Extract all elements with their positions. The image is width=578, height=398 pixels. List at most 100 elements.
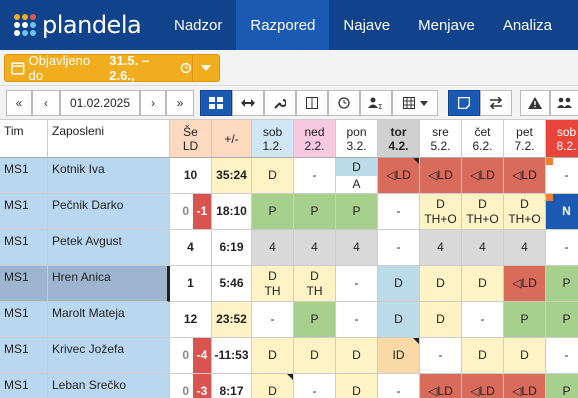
shift-cell[interactable]: D [252,158,294,194]
nav-item-menjave[interactable]: Menjave [404,0,489,50]
shift-cell[interactable]: - [378,230,420,266]
publish-dropdown[interactable] [193,65,219,71]
shift-cell[interactable]: P [294,194,336,230]
notes-button[interactable] [448,90,480,116]
shift-cell[interactable]: D [294,338,336,374]
employee-name-cell[interactable]: Krivec Jožefa [48,338,170,374]
team-cell[interactable]: MS1 [0,230,48,266]
team-cell[interactable]: MS1 [0,374,48,398]
columns-button[interactable] [296,90,328,116]
shift-cell[interactable]: 4 [420,230,462,266]
nav-item-razpored[interactable]: Razpored [236,0,330,50]
prev-period-button[interactable]: ‹ [32,90,60,116]
date-input[interactable]: 01.02.2025 [60,90,140,116]
shift-cell[interactable]: - [546,230,578,266]
shift-cell[interactable]: ◁LD [504,158,546,194]
shift-cell[interactable]: D TH+O [462,194,504,230]
shift-cell[interactable]: D [504,338,546,374]
shift-cell[interactable]: - [378,194,420,230]
shift-cell[interactable]: ◁LD [378,158,420,194]
shift-cell[interactable]: - [462,302,504,338]
shift-cell[interactable]: 4 [504,230,546,266]
team-cell[interactable]: MS1 [0,266,48,302]
day-header-4[interactable]: sre 5.2. [420,120,462,158]
publish-button[interactable]: Objavljeno do 31.5. – 2.6., [4,53,220,83]
logo[interactable]: plandela [0,0,160,50]
day-header-1[interactable]: ned 2.2. [294,120,336,158]
people-sort-button[interactable] [550,90,578,116]
shift-cell[interactable]: - [336,302,378,338]
shift-cell[interactable]: - [294,374,336,398]
shift-cell[interactable]: D [420,302,462,338]
employee-name-cell[interactable]: Pečnik Darko [48,194,170,230]
team-column-header[interactable]: Tim [0,120,48,158]
nav-item-nadzor[interactable]: Nadzor [160,0,236,50]
shift-cell[interactable]: - [378,374,420,398]
team-cell[interactable]: MS1 [0,338,48,374]
shift-cell[interactable]: 4 [294,230,336,266]
shift-cell[interactable]: P [336,194,378,230]
shift-cell[interactable]: P [252,194,294,230]
shift-cell[interactable]: 4 [336,230,378,266]
shift-cell[interactable]: D [462,338,504,374]
day-header-2[interactable]: pon 3.2. [336,120,378,158]
next-period-button[interactable]: › [140,90,166,116]
employee-name-cell[interactable]: Leban Srečko [48,374,170,398]
shift-cell[interactable]: - [546,158,578,194]
shift-cell[interactable]: ◁LD [462,374,504,398]
team-cell[interactable]: MS1 [0,302,48,338]
shift-cell[interactable]: D TH [294,266,336,302]
team-cell[interactable]: MS1 [0,158,48,194]
sum-people-button[interactable]: Σ [360,90,392,116]
resize-button[interactable] [232,90,264,116]
shift-cell[interactable]: D [378,266,420,302]
employee-column-header[interactable]: Zaposleni [48,120,170,158]
shift-cell[interactable]: ◁LD [504,374,546,398]
time-button[interactable] [328,90,360,116]
day-header-7[interactable]: sob 8.2. [546,120,578,158]
shift-cell[interactable]: D [336,338,378,374]
employee-name-cell[interactable]: Marolt Mateja [48,302,170,338]
shift-cell[interactable]: D TH+O [420,194,462,230]
shift-cell[interactable]: D [336,374,378,398]
settings-button[interactable] [264,90,296,116]
grid-view-button[interactable] [200,90,232,116]
shift-cell[interactable]: 4 [462,230,504,266]
shift-cell[interactable]: ID [378,338,420,374]
shift-cell[interactable]: P [546,266,578,302]
nav-item-najave[interactable]: Najave [329,0,404,50]
shift-cell[interactable]: - [420,338,462,374]
shift-cell[interactable]: P [294,302,336,338]
team-cell[interactable]: MS1 [0,194,48,230]
remaining-ld-column-header[interactable]: Še LD [170,120,212,158]
first-period-button[interactable]: « [6,90,32,116]
day-header-6[interactable]: pet 7.2. [504,120,546,158]
employee-name-cell[interactable]: Hren Anica [48,266,170,302]
shift-cell[interactable]: D [420,266,462,302]
table-options-dropdown[interactable] [392,90,438,116]
shift-cell[interactable]: P [546,302,578,338]
shift-cell[interactable]: - [546,338,578,374]
swap-button[interactable] [480,90,512,116]
shift-cell[interactable]: - [336,266,378,302]
shift-cell[interactable]: D [252,338,294,374]
shift-cell[interactable]: D [462,266,504,302]
warnings-button[interactable] [520,90,550,116]
shift-cell[interactable]: D TH [252,266,294,302]
shift-cell[interactable]: N [546,194,578,230]
shift-cell[interactable]: ◁LD [420,374,462,398]
balance-column-header[interactable]: +/- [212,120,252,158]
employee-name-cell[interactable]: Kotnik Iva [48,158,170,194]
shift-cell[interactable]: ◁LD [504,266,546,302]
shift-cell[interactable]: D [378,302,420,338]
shift-cell[interactable]: - [294,158,336,194]
last-period-button[interactable]: » [166,90,194,116]
shift-cell[interactable]: ◁LD [420,158,462,194]
shift-cell[interactable]: P [504,302,546,338]
day-header-5[interactable]: čet 6.2. [462,120,504,158]
day-header-3[interactable]: tor 4.2. [378,120,420,158]
shift-cell[interactable]: DA [336,158,378,194]
shift-cell[interactable]: P [546,374,578,398]
shift-cell[interactable]: D [252,374,294,398]
shift-cell[interactable]: D TH+O [504,194,546,230]
